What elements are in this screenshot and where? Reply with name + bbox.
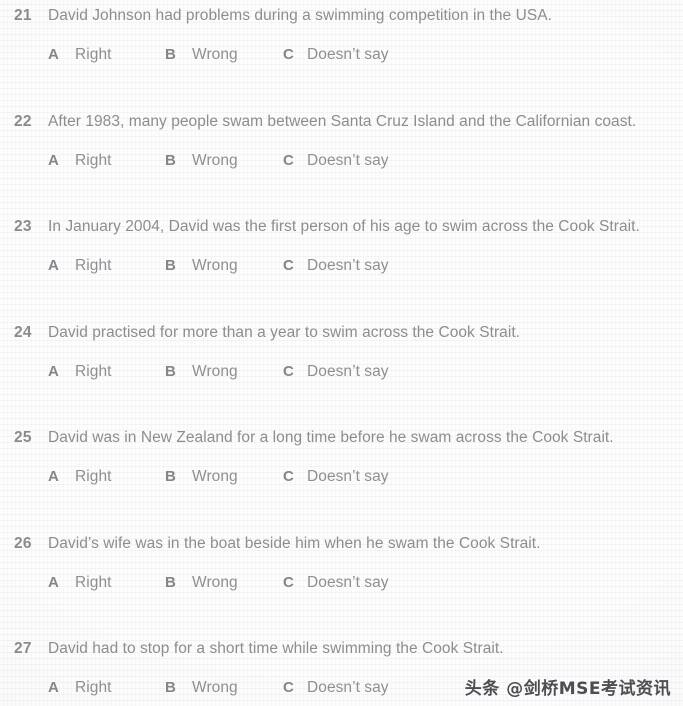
option-b[interactable]: B Wrong [165, 150, 238, 172]
option-letter: C [283, 679, 295, 696]
option-c[interactable]: C Doesn’t say [283, 677, 389, 699]
option-letter: B [165, 152, 177, 169]
option-letter: A [48, 46, 60, 63]
option-c[interactable]: C Doesn’t say [283, 572, 389, 594]
question-options-row: A Right B Wrong C Doesn’t say [0, 44, 683, 68]
question-stem-row: 25 David was in New Zealand for a long t… [0, 427, 683, 451]
option-letter: A [48, 574, 60, 591]
option-b[interactable]: B Wrong [165, 255, 238, 277]
option-a[interactable]: A Right [48, 361, 111, 383]
option-label: Doesn’t say [307, 46, 389, 63]
question-block: 22 After 1983, many people swam between … [0, 111, 683, 174]
option-b[interactable]: B Wrong [165, 361, 238, 383]
option-letter: C [283, 574, 295, 591]
option-label: Doesn’t say [307, 152, 389, 169]
option-label: Doesn’t say [307, 257, 389, 274]
option-letter: C [283, 152, 295, 169]
option-a[interactable]: A Right [48, 44, 111, 66]
option-label: Right [75, 363, 112, 380]
question-number: 21 [14, 7, 32, 24]
option-label: Wrong [192, 363, 238, 380]
option-letter: B [165, 46, 177, 63]
option-c[interactable]: C Doesn’t say [283, 361, 389, 383]
option-label: Right [75, 152, 112, 169]
option-label: Wrong [192, 257, 238, 274]
option-a[interactable]: A Right [48, 255, 111, 277]
option-label: Doesn’t say [307, 574, 389, 591]
option-label: Wrong [192, 152, 238, 169]
question-text: After 1983, many people swam between San… [48, 113, 637, 130]
question-text: David’s wife was in the boat beside him … [48, 535, 541, 552]
question-block: 26 David’s wife was in the boat beside h… [0, 533, 683, 596]
question-text: In January 2004, David was the first per… [48, 218, 640, 235]
option-label: Right [75, 574, 112, 591]
question-options-row: A Right B Wrong C Doesn’t say [0, 361, 683, 385]
question-block: 24 David practised for more than a year … [0, 322, 683, 385]
question-block: 23 In January 2004, David was the first … [0, 216, 683, 279]
option-label: Doesn’t say [307, 468, 389, 485]
question-stem-row: 26 David’s wife was in the boat beside h… [0, 533, 683, 557]
question-block: 21 David Johnson had problems during a s… [0, 5, 683, 68]
question-text: David practised for more than a year to … [48, 324, 521, 341]
reading-test-question-sheet: 21 David Johnson had problems during a s… [0, 0, 683, 706]
option-letter: A [48, 257, 60, 274]
question-stem-row: 24 David practised for more than a year … [0, 322, 683, 346]
option-letter: C [283, 257, 295, 274]
option-letter: A [48, 468, 60, 485]
option-letter: B [165, 574, 177, 591]
option-c[interactable]: C Doesn’t say [283, 44, 389, 66]
option-letter: B [165, 257, 177, 274]
question-options-row: A Right B Wrong C Doesn’t say [0, 150, 683, 174]
option-letter: A [48, 152, 60, 169]
option-b[interactable]: B Wrong [165, 44, 238, 66]
option-c[interactable]: C Doesn’t say [283, 150, 389, 172]
question-number: 26 [14, 535, 32, 552]
option-label: Wrong [192, 468, 238, 485]
option-label: Right [75, 679, 112, 696]
option-letter: A [48, 363, 60, 380]
question-options-row: A Right B Wrong C Doesn’t say [0, 572, 683, 596]
option-b[interactable]: B Wrong [165, 466, 238, 488]
option-label: Wrong [192, 679, 238, 696]
option-letter: C [283, 46, 295, 63]
option-label: Right [75, 46, 112, 63]
option-b[interactable]: B Wrong [165, 572, 238, 594]
option-a[interactable]: A Right [48, 572, 111, 594]
option-letter: C [283, 363, 295, 380]
option-label: Wrong [192, 574, 238, 591]
option-label: Doesn’t say [307, 363, 389, 380]
option-label: Right [75, 468, 112, 485]
option-label: Wrong [192, 46, 238, 63]
question-text: David had to stop for a short time while… [48, 640, 504, 657]
option-b[interactable]: B Wrong [165, 677, 238, 699]
question-options-row: A Right B Wrong C Doesn’t say [0, 255, 683, 279]
question-text: David Johnson had problems during a swim… [48, 7, 552, 24]
question-stem-row: 27 David had to stop for a short time wh… [0, 638, 683, 662]
question-stem-row: 23 In January 2004, David was the first … [0, 216, 683, 240]
question-number: 25 [14, 429, 32, 446]
option-letter: B [165, 468, 177, 485]
question-number: 23 [14, 218, 32, 235]
question-block: 25 David was in New Zealand for a long t… [0, 427, 683, 490]
option-letter: B [165, 679, 177, 696]
option-label: Doesn’t say [307, 679, 389, 696]
option-a[interactable]: A Right [48, 150, 111, 172]
question-options-row: A Right B Wrong C Doesn’t say [0, 466, 683, 490]
question-number: 24 [14, 324, 32, 341]
question-number: 27 [14, 640, 32, 657]
option-letter: B [165, 363, 177, 380]
option-c[interactable]: C Doesn’t say [283, 466, 389, 488]
question-stem-row: 21 David Johnson had problems during a s… [0, 5, 683, 29]
option-a[interactable]: A Right [48, 677, 111, 699]
option-letter: C [283, 468, 295, 485]
question-stem-row: 22 After 1983, many people swam between … [0, 111, 683, 135]
question-text: David was in New Zealand for a long time… [48, 429, 614, 446]
watermark-text: 头条 @剑桥MSE考试资讯 [464, 679, 671, 699]
option-a[interactable]: A Right [48, 466, 111, 488]
question-number: 22 [14, 113, 32, 130]
option-letter: A [48, 679, 60, 696]
option-c[interactable]: C Doesn’t say [283, 255, 389, 277]
option-label: Right [75, 257, 112, 274]
